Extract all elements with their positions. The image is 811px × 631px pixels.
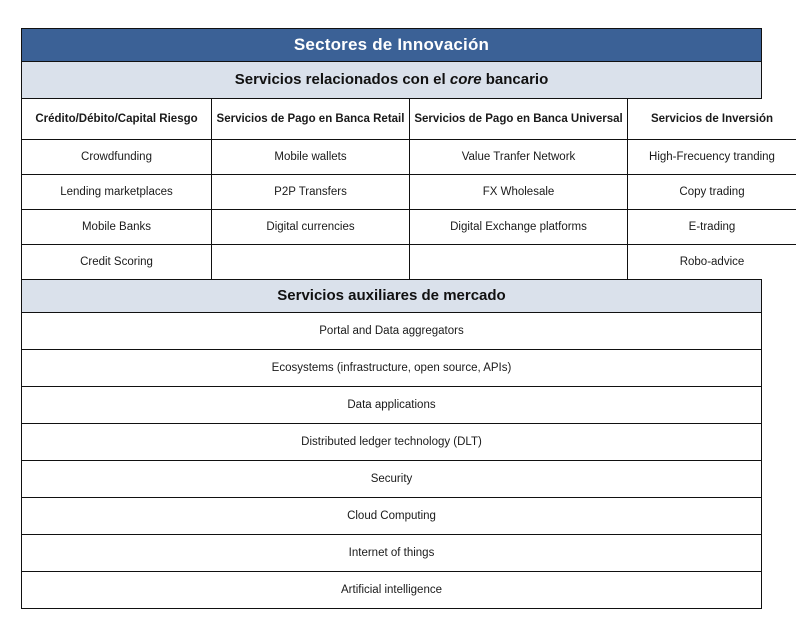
list-item: Internet of things — [22, 534, 761, 572]
innovation-sectors-table: Sectores de Innovación Servicios relacio… — [21, 28, 796, 609]
aux-services-list: Portal and Data aggregators Ecosystems (… — [22, 313, 761, 608]
page-root: Sectores de Innovación Servicios relacio… — [0, 0, 811, 631]
aux-item-0: Portal and Data aggregators — [22, 313, 761, 350]
list-item: Data applications — [22, 386, 761, 424]
table-row: Mobile Banks Digital currencies Digital … — [22, 209, 796, 245]
table-row: Credit Scoring Robo-advice — [22, 244, 796, 279]
cell-r1-c2: FX Wholesale — [409, 174, 628, 210]
aux-services-band: Servicios auxiliares de mercado — [22, 279, 761, 313]
cell-r0-c3: High-Frecuency tranding — [627, 139, 796, 175]
aux-item-2: Data applications — [22, 386, 761, 424]
cell-r1-c1: P2P Transfers — [211, 174, 410, 210]
cell-r3-c2 — [409, 244, 628, 279]
table-title: Sectores de Innovación — [22, 29, 761, 62]
cell-r1-c0: Lending marketplaces — [22, 174, 212, 210]
cell-r2-c2: Digital Exchange platforms — [409, 209, 628, 245]
core-services-band: Servicios relacionados con el core banca… — [22, 62, 761, 99]
list-item: Artificial intelligence — [22, 571, 761, 608]
cell-r2-c1: Digital currencies — [211, 209, 410, 245]
table-row: Crowdfunding Mobile wallets Value Tranfe… — [22, 139, 796, 175]
column-header-pago-retail: Servicios de Pago en Banca Retail — [211, 99, 410, 140]
table-header-row: Crédito/Débito/Capital Riesgo Servicios … — [22, 99, 796, 140]
aux-item-3: Distributed ledger technology (DLT) — [22, 423, 761, 461]
core-band-prefix: Servicios relacionados con el — [234, 71, 450, 88]
cell-r0-c2: Value Tranfer Network — [409, 139, 628, 175]
aux-item-7: Artificial intelligence — [22, 571, 761, 608]
cell-r0-c0: Crowdfunding — [22, 139, 212, 175]
cell-r3-c1 — [211, 244, 410, 279]
cell-r0-c1: Mobile wallets — [211, 139, 410, 175]
cell-r3-c3: Robo-advice — [627, 244, 796, 279]
core-services-grid: Crédito/Débito/Capital Riesgo Servicios … — [22, 99, 796, 279]
cell-r3-c0: Credit Scoring — [22, 244, 212, 279]
list-item: Portal and Data aggregators — [22, 313, 761, 350]
core-band-suffix: bancario — [481, 71, 549, 88]
aux-item-5: Cloud Computing — [22, 497, 761, 535]
column-header-credito: Crédito/Débito/Capital Riesgo — [22, 99, 212, 140]
aux-item-4: Security — [22, 460, 761, 498]
cell-r1-c3: Copy trading — [627, 174, 796, 210]
column-header-pago-universal: Servicios de Pago en Banca Universal — [409, 99, 628, 140]
column-header-inversion: Servicios de Inversión — [627, 99, 796, 140]
aux-item-6: Internet of things — [22, 534, 761, 572]
list-item: Cloud Computing — [22, 497, 761, 535]
cell-r2-c0: Mobile Banks — [22, 209, 212, 245]
aux-item-1: Ecosystems (infrastructure, open source,… — [22, 349, 761, 387]
cell-r2-c3: E-trading — [627, 209, 796, 245]
list-item: Security — [22, 460, 761, 498]
list-item: Ecosystems (infrastructure, open source,… — [22, 349, 761, 387]
list-item: Distributed ledger technology (DLT) — [22, 423, 761, 461]
core-band-italic: core — [449, 71, 482, 88]
table-row: Lending marketplaces P2P Transfers FX Wh… — [22, 174, 796, 210]
